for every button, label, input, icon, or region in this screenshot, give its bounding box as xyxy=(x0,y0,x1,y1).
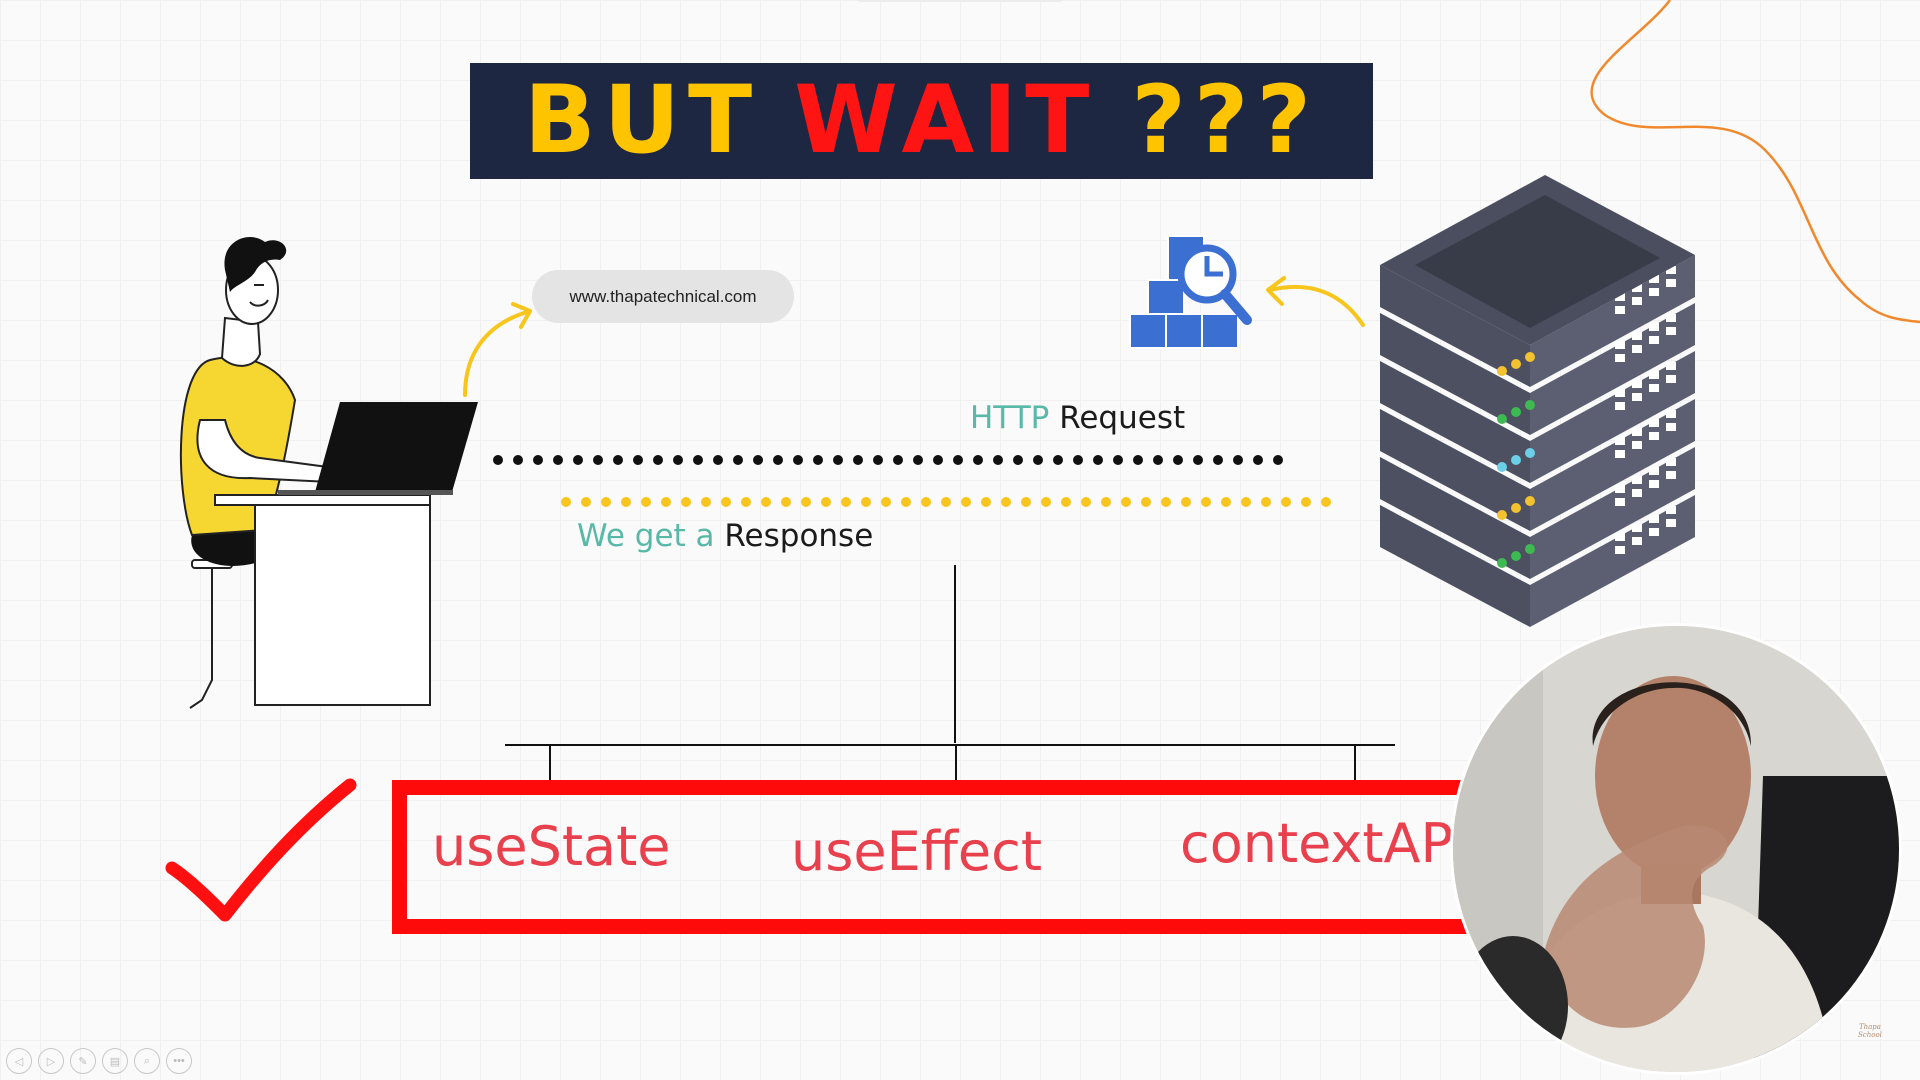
vent-slot xyxy=(1666,375,1676,383)
vent-slot xyxy=(1666,327,1676,335)
vent-slot xyxy=(1632,393,1642,401)
status-led xyxy=(1511,551,1521,561)
watermark-line2: School xyxy=(1858,1031,1882,1039)
status-led xyxy=(1497,414,1507,424)
vent-slot xyxy=(1666,471,1676,479)
response-word: Response xyxy=(724,518,874,554)
slideshow-controls: ◁ ▷ ✎ ▤ ⌕ ••• xyxy=(6,1048,192,1074)
zoom-icon[interactable]: ⌕ xyxy=(134,1048,160,1074)
database-search-icon xyxy=(1129,235,1252,349)
title-but: BUT xyxy=(523,66,761,175)
vent-slot xyxy=(1632,489,1642,497)
url-bubble: www.thapatechnical.com xyxy=(532,270,794,323)
vent-slot xyxy=(1649,323,1659,331)
vent-slot xyxy=(1666,410,1676,418)
vent-slot xyxy=(1632,428,1642,436)
response-prefix: We get a xyxy=(577,518,715,554)
vent-slot xyxy=(1632,297,1642,305)
next-icon[interactable]: ▷ xyxy=(38,1048,64,1074)
vent-slot xyxy=(1615,402,1625,410)
status-led xyxy=(1525,352,1535,362)
presenter-photo xyxy=(1453,626,1899,1072)
hook-contextapi: contextAPI xyxy=(1180,812,1469,875)
status-led xyxy=(1525,496,1535,506)
vent-slot xyxy=(1666,362,1676,370)
slides-icon[interactable]: ▤ xyxy=(102,1048,128,1074)
vent-slot xyxy=(1615,341,1625,349)
vent-slot xyxy=(1649,384,1659,392)
status-led xyxy=(1497,462,1507,472)
vent-slot xyxy=(1615,354,1625,362)
vent-slot xyxy=(1632,524,1642,532)
vent-slot xyxy=(1615,306,1625,314)
status-led xyxy=(1525,448,1535,458)
title-question-marks: ??? xyxy=(1131,66,1319,175)
vent-slot xyxy=(1649,288,1659,296)
vent-slot xyxy=(1649,336,1659,344)
hooks-tree-connector xyxy=(505,565,1395,785)
vent-slot xyxy=(1615,546,1625,554)
status-led xyxy=(1497,510,1507,520)
presenter-webcam xyxy=(1450,623,1902,1075)
status-led xyxy=(1497,558,1507,568)
vent-slot xyxy=(1649,371,1659,379)
hook-useeffect: useEffect xyxy=(791,820,1042,883)
vent-slot xyxy=(1666,519,1676,527)
http-request-label: HTTP Request xyxy=(970,400,1185,436)
vent-slot xyxy=(1615,485,1625,493)
top-tab xyxy=(850,0,1070,2)
status-led xyxy=(1525,544,1535,554)
vent-slot xyxy=(1666,506,1676,514)
prev-icon[interactable]: ◁ xyxy=(6,1048,32,1074)
arrow-to-url xyxy=(463,302,532,397)
vent-slot xyxy=(1649,515,1659,523)
http-protocol-text: HTTP xyxy=(970,400,1050,436)
vent-slot xyxy=(1615,533,1625,541)
vent-slot xyxy=(1649,528,1659,536)
hook-usestate: useState xyxy=(432,815,671,878)
vent-slot xyxy=(1632,380,1642,388)
vent-slot xyxy=(1615,389,1625,397)
vent-slot xyxy=(1632,332,1642,340)
vent-slot xyxy=(1632,345,1642,353)
vent-slot xyxy=(1632,537,1642,545)
vent-slot xyxy=(1615,498,1625,506)
status-led xyxy=(1497,366,1507,376)
vent-slot xyxy=(1649,419,1659,427)
vent-slot xyxy=(1649,467,1659,475)
server-rack-illustration xyxy=(1380,175,1695,627)
response-label: We get a Response xyxy=(577,518,873,554)
vent-slot xyxy=(1666,423,1676,431)
status-led xyxy=(1511,359,1521,369)
vent-slot xyxy=(1632,476,1642,484)
status-led xyxy=(1525,400,1535,410)
request-word: Request xyxy=(1059,400,1186,436)
vent-slot xyxy=(1649,480,1659,488)
more-icon[interactable]: ••• xyxy=(166,1048,192,1074)
vent-slot xyxy=(1666,279,1676,287)
vent-slot xyxy=(1615,450,1625,458)
title-banner: BUT WAIT ??? xyxy=(470,63,1373,179)
vent-slot xyxy=(1666,458,1676,466)
vent-slot xyxy=(1649,432,1659,440)
pen-icon[interactable]: ✎ xyxy=(70,1048,96,1074)
flow-dotted-lines xyxy=(493,455,1345,507)
status-led xyxy=(1511,503,1521,513)
vent-slot xyxy=(1615,437,1625,445)
status-led xyxy=(1511,455,1521,465)
channel-watermark: Thapa School xyxy=(1858,1023,1882,1039)
check-mark-icon xyxy=(165,778,357,922)
arrow-to-database-icon xyxy=(1266,276,1365,327)
status-led xyxy=(1511,407,1521,417)
watermark-line1: Thapa xyxy=(1858,1023,1881,1031)
vent-slot xyxy=(1666,314,1676,322)
vent-slot xyxy=(1632,441,1642,449)
title-wait: WAIT xyxy=(794,66,1098,175)
